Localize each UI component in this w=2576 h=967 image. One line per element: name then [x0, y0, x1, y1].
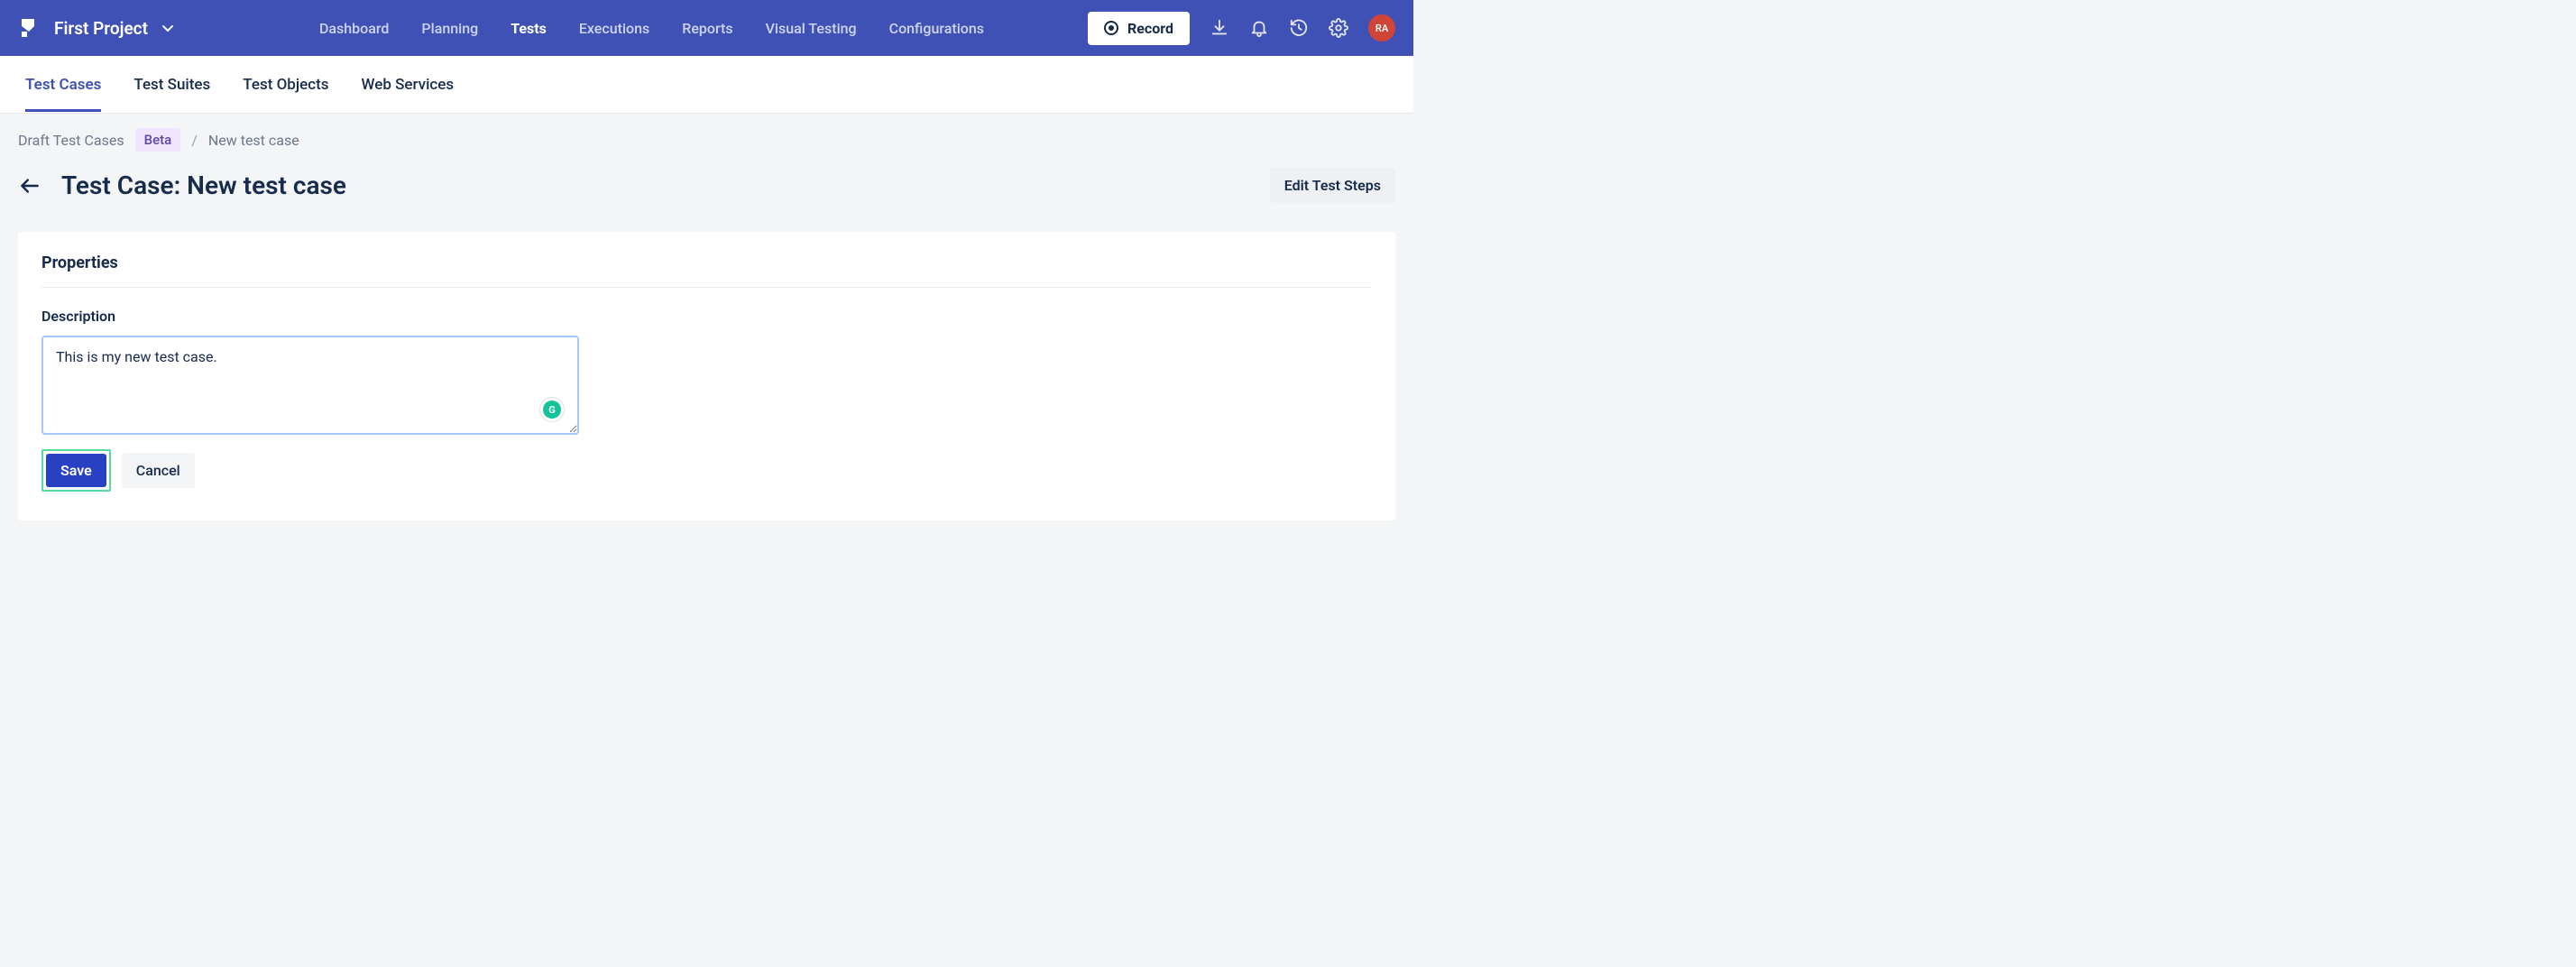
subtab-test-objects[interactable]: Test Objects: [243, 58, 328, 112]
description-label: Description: [41, 308, 1372, 325]
gear-icon[interactable]: [1329, 18, 1348, 38]
properties-heading: Properties: [41, 253, 1372, 288]
record-label: Record: [1127, 20, 1173, 37]
grammarly-letter: G: [543, 401, 561, 419]
grammarly-icon[interactable]: G: [539, 397, 565, 422]
description-wrap: G: [41, 336, 579, 438]
nav-planning[interactable]: Planning: [421, 20, 478, 37]
breadcrumb-root[interactable]: Draft Test Cases: [18, 132, 124, 149]
record-button[interactable]: Record: [1088, 12, 1190, 45]
nav-configurations[interactable]: Configurations: [889, 20, 984, 37]
nav-items: Dashboard Planning Tests Executions Repo…: [319, 20, 984, 37]
nav-dashboard[interactable]: Dashboard: [319, 20, 389, 37]
save-button[interactable]: Save: [46, 454, 106, 487]
beta-badge: Beta: [135, 128, 181, 152]
avatar-initials: RA: [1375, 23, 1388, 34]
save-highlight: Save: [41, 449, 111, 492]
buttons-row: Save Cancel: [41, 449, 1372, 492]
cancel-button[interactable]: Cancel: [122, 453, 195, 488]
subtabs: Test Cases Test Suites Test Objects Web …: [0, 56, 1413, 114]
description-textarea[interactable]: [41, 336, 579, 435]
chevron-down-icon[interactable]: [161, 21, 175, 35]
nav-visual-testing[interactable]: Visual Testing: [766, 20, 857, 37]
content-top: Draft Test Cases Beta / New test case Te…: [0, 114, 1413, 203]
subtab-web-services[interactable]: Web Services: [362, 58, 455, 112]
download-icon[interactable]: [1210, 18, 1229, 38]
project-name[interactable]: First Project: [54, 18, 148, 39]
history-icon[interactable]: [1289, 18, 1309, 38]
breadcrumb-current: New test case: [208, 132, 299, 149]
back-arrow-icon[interactable]: [18, 174, 41, 198]
navbar-right: Record RA: [1088, 12, 1395, 45]
avatar[interactable]: RA: [1368, 14, 1395, 41]
bell-icon[interactable]: [1249, 18, 1269, 38]
nav-reports[interactable]: Reports: [682, 20, 732, 37]
app-logo[interactable]: [18, 15, 40, 41]
subtab-test-suites[interactable]: Test Suites: [133, 58, 210, 112]
edit-test-steps-button[interactable]: Edit Test Steps: [1270, 168, 1395, 203]
record-icon: [1104, 21, 1118, 35]
breadcrumb-separator: /: [191, 132, 198, 149]
breadcrumb: Draft Test Cases Beta / New test case: [18, 128, 1395, 152]
nav-tests[interactable]: Tests: [511, 20, 547, 37]
title-row: Test Case: New test case Edit Test Steps: [18, 168, 1395, 203]
properties-card: Properties Description G Save Cancel: [18, 232, 1395, 520]
top-navbar: First Project Dashboard Planning Tests E…: [0, 0, 1413, 56]
page-title: Test Case: New test case: [61, 170, 346, 200]
subtab-test-cases[interactable]: Test Cases: [25, 58, 101, 112]
nav-executions[interactable]: Executions: [579, 20, 649, 37]
